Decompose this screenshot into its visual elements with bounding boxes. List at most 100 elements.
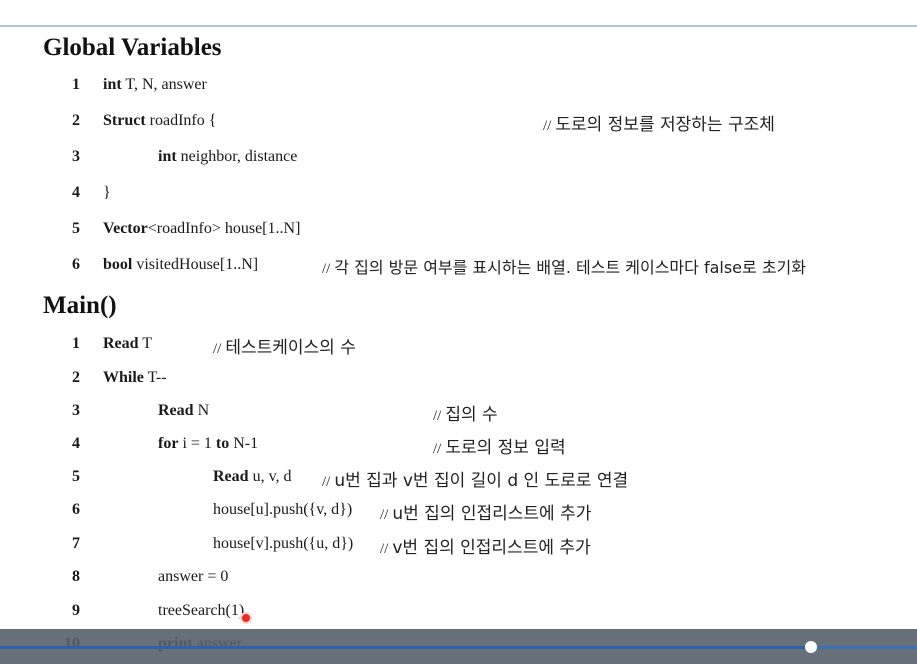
code-comment: //u번 집의 인접리스트에 추가 <box>380 499 591 524</box>
global-variables-heading: Global Variables <box>43 34 222 61</box>
code-line: 6 house[u].push({v, d}) //u번 집의 인접리스트에 추… <box>0 499 917 525</box>
progress-handle[interactable] <box>805 641 817 653</box>
code-rest: treeSearch(1) <box>158 602 245 619</box>
progress-track[interactable] <box>0 646 917 649</box>
comment-prefix: // <box>433 408 442 424</box>
code-text: for i = 1 to N-1 <box>158 435 258 453</box>
code-line: 8 answer = 0 <box>0 566 917 592</box>
code-line: 2 While T-- <box>0 367 917 393</box>
line-number: 9 <box>72 602 80 619</box>
code-text: Vector<roadInfo> house[1..N] <box>103 220 300 238</box>
keyword: int <box>103 76 122 93</box>
line-number: 3 <box>72 402 80 419</box>
code-rest: u, v, d <box>248 468 292 485</box>
code-rest: N <box>193 402 210 419</box>
code-comment: //도로의 정보를 저장하는 구조체 <box>543 110 775 135</box>
code-text: Read u, v, d <box>213 468 292 486</box>
comment-prefix: // <box>380 541 389 557</box>
code-line: 7 house[v].push({u, d}) //v번 집의 인접리스트에 추… <box>0 533 917 559</box>
line-number: 6 <box>72 256 80 273</box>
line-number: 5 <box>72 468 80 485</box>
line-number: 4 <box>72 435 80 452</box>
code-line: 5 Read u, v, d //u번 집과 v번 집이 길이 d 인 도로로 … <box>0 466 917 492</box>
code-rest: house[v].push({u, d}) <box>213 535 354 552</box>
code-rest: roadInfo { <box>145 112 217 129</box>
main-heading: Main() <box>43 292 117 319</box>
progress-fill <box>0 646 811 649</box>
pointer-cursor-icon <box>240 612 252 624</box>
comment-text: u번 집의 인접리스트에 추가 <box>392 504 592 524</box>
keyword: to <box>215 435 230 452</box>
code-text: Read T <box>103 335 152 353</box>
code-text: While T-- <box>103 369 167 387</box>
keyword: for <box>158 435 179 452</box>
comment-prefix: // <box>380 507 389 523</box>
comment-text: 집의 수 <box>445 405 498 425</box>
code-rest: <roadInfo> house[1..N] <box>147 220 301 237</box>
keyword: Read <box>213 468 249 485</box>
comment-prefix: // <box>322 261 331 277</box>
top-divider <box>0 25 917 27</box>
comment-prefix: // <box>213 341 222 357</box>
code-text: treeSearch(1) <box>158 602 244 620</box>
code-text: house[v].push({u, d}) <box>213 535 353 553</box>
line-number: 2 <box>72 369 80 386</box>
code-rest: T-- <box>143 369 167 386</box>
keyword: int <box>158 148 177 165</box>
line-number: 7 <box>72 535 80 552</box>
code-comment: //테스트케이스의 수 <box>213 333 356 358</box>
code-text: Struct roadInfo { <box>103 112 216 130</box>
line-number: 2 <box>72 112 80 129</box>
code-line: 2 Struct roadInfo { //도로의 정보를 저장하는 구조체 <box>0 110 917 136</box>
code-comment: //u번 집과 v번 집이 길이 d 인 도로로 연결 <box>322 466 628 491</box>
code-line: 4 } <box>0 182 917 208</box>
comment-text: 테스트케이스의 수 <box>225 338 356 358</box>
code-line: 4 for i = 1 to N-1 //도로의 정보 입력 <box>0 433 917 459</box>
code-comment: //v번 집의 인접리스트에 추가 <box>380 533 591 558</box>
code-rest: } <box>103 184 111 201</box>
code-comment: //집의 수 <box>433 400 498 425</box>
comment-text: u번 집과 v번 집이 길이 d 인 도로로 연결 <box>334 471 629 491</box>
code-rest: T <box>138 335 153 352</box>
code-line: 3 int neighbor, distance <box>0 146 917 172</box>
code-comment: //각 집의 방문 여부를 표시하는 배열. 테스트 케이스마다 false로 … <box>322 254 806 278</box>
code-rest: house[u].push({v, d}) <box>213 501 353 518</box>
code-line: 3 Read N //집의 수 <box>0 400 917 426</box>
line-number: 6 <box>72 501 80 518</box>
keyword: Vector <box>103 220 148 237</box>
code-text: house[u].push({v, d}) <box>213 501 352 519</box>
code-line: 5 Vector<roadInfo> house[1..N] <box>0 218 917 244</box>
line-number: 1 <box>72 76 80 93</box>
code-text: int neighbor, distance <box>158 148 297 166</box>
keyword: While <box>103 369 144 386</box>
code-text: int T, N, answer <box>103 76 207 94</box>
code-line: 1 int T, N, answer <box>0 74 917 100</box>
line-number: 5 <box>72 220 80 237</box>
code-comment: //도로의 정보 입력 <box>433 433 566 458</box>
keyword: bool <box>103 256 133 273</box>
code-line: 6 bool visitedHouse[1..N] //각 집의 방문 여부를 … <box>0 254 917 280</box>
comment-prefix: // <box>433 441 442 457</box>
code-rest: answer = 0 <box>158 568 229 585</box>
comment-prefix: // <box>322 474 331 490</box>
comment-text: 도로의 정보를 저장하는 구조체 <box>555 115 775 135</box>
keyword: Read <box>158 402 194 419</box>
keyword: Read <box>103 335 139 352</box>
code-text: bool visitedHouse[1..N] <box>103 256 258 274</box>
code-text: } <box>103 184 111 202</box>
comment-text: 각 집의 방문 여부를 표시하는 배열. 테스트 케이스마다 false로 초기… <box>334 258 806 277</box>
comment-text: 도로의 정보 입력 <box>445 438 566 458</box>
code-rest: i = 1 <box>178 435 216 452</box>
code-rest: N-1 <box>229 435 259 452</box>
comment-prefix: // <box>543 118 552 134</box>
code-text: Read N <box>158 402 209 420</box>
line-number: 8 <box>72 568 80 585</box>
line-number: 3 <box>72 148 80 165</box>
line-number: 4 <box>72 184 80 201</box>
code-rest: neighbor, distance <box>176 148 298 165</box>
code-rest: T, N, answer <box>121 76 207 93</box>
comment-text: v번 집의 인접리스트에 추가 <box>392 538 591 558</box>
line-number: 1 <box>72 335 80 352</box>
code-text: answer = 0 <box>158 568 228 586</box>
keyword: Struct <box>103 112 146 129</box>
